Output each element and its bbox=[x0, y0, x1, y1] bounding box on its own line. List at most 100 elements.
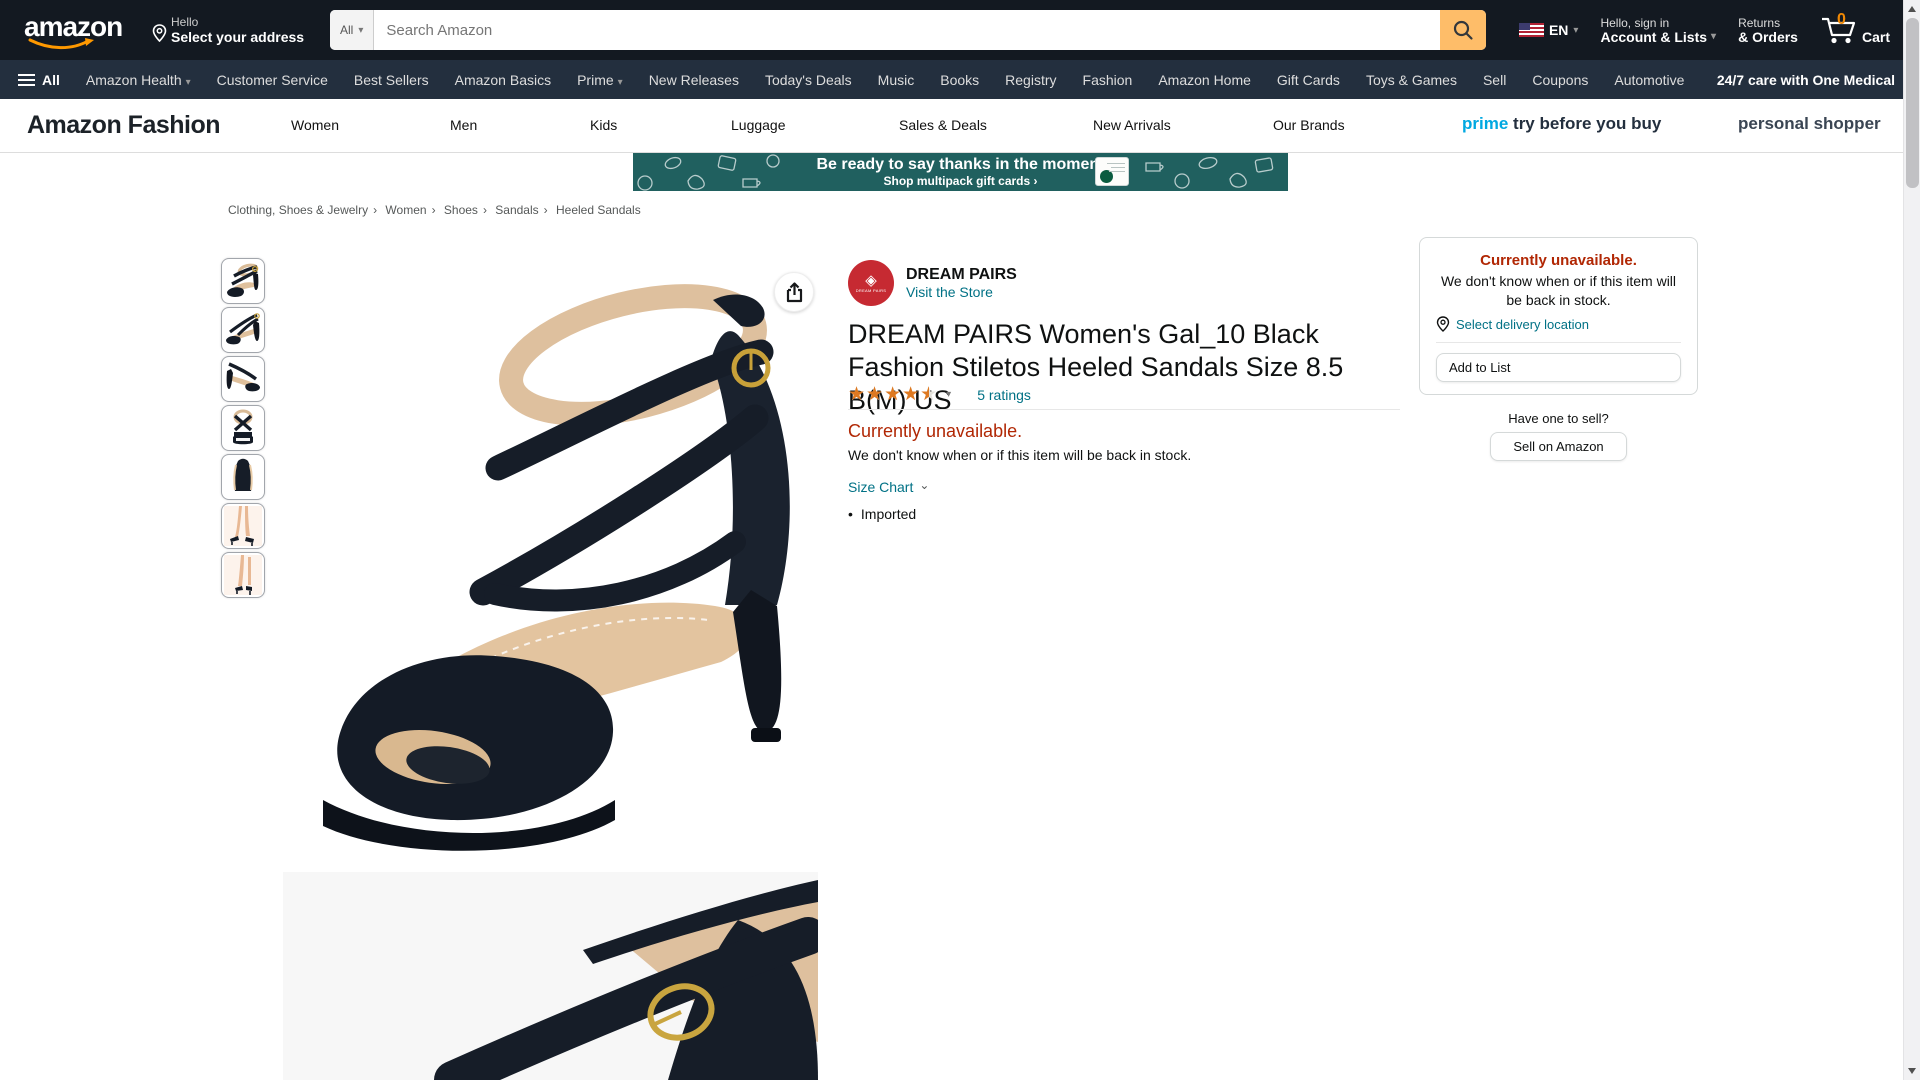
breadcrumb-link[interactable]: Heeled Sandals bbox=[556, 203, 641, 217]
nav-item-customer-service[interactable]: Customer Service bbox=[217, 72, 328, 88]
search-input[interactable] bbox=[374, 10, 1440, 50]
nav-item-sell[interactable]: Sell bbox=[1483, 72, 1506, 88]
nav-item-coupons[interactable]: Coupons bbox=[1532, 72, 1588, 88]
one-medical-promo[interactable]: 24/7 care with One Medical bbox=[1717, 72, 1895, 88]
location-pin-icon bbox=[152, 24, 167, 42]
shoe-side-thumb bbox=[224, 310, 262, 350]
breadcrumb-link[interactable]: Sandals bbox=[495, 203, 538, 217]
product-secondary-image[interactable] bbox=[283, 872, 818, 1080]
select-address-label: Select your address bbox=[171, 29, 304, 45]
nav-item-registry[interactable]: Registry bbox=[1005, 72, 1056, 88]
account-lists-menu[interactable]: Hello, sign in Account & Lists bbox=[1600, 16, 1716, 44]
model-legs-thumb bbox=[224, 506, 262, 546]
breadcrumb-link[interactable]: Women bbox=[385, 203, 426, 217]
nav-item-automotive[interactable]: Automotive bbox=[1614, 72, 1684, 88]
availability-status: Currently unavailable. bbox=[848, 421, 1022, 442]
nav-item-gift-cards[interactable]: Gift Cards bbox=[1277, 72, 1340, 88]
all-menu-button[interactable]: All bbox=[18, 71, 60, 89]
nav-item-fashion[interactable]: Fashion bbox=[1083, 72, 1133, 88]
fashion-nav-luggage[interactable]: Luggage bbox=[731, 117, 786, 133]
search-bar: All bbox=[330, 10, 1486, 50]
have-one-to-sell-label: Have one to sell? bbox=[1419, 411, 1698, 426]
fashion-nav-sales-deals[interactable]: Sales & Deals bbox=[899, 117, 987, 133]
buybox-divider bbox=[1436, 342, 1681, 343]
scrollbar-thumb[interactable] bbox=[1906, 18, 1919, 188]
star-rating[interactable] bbox=[848, 383, 938, 406]
shoe-angle-thumb bbox=[224, 261, 262, 301]
account-label: Account & Lists bbox=[1600, 30, 1707, 44]
prime-try-before-you-buy-link[interactable]: prime try before you buy bbox=[1462, 114, 1661, 134]
product-thumbnail-5[interactable] bbox=[221, 454, 265, 500]
size-chart-link[interactable]: Size Chart bbox=[848, 479, 929, 495]
divider bbox=[848, 409, 1400, 410]
brand-logo[interactable]: ◈ DREAM PAIRS bbox=[848, 260, 894, 306]
page-scrollbar[interactable] bbox=[1903, 0, 1920, 1080]
search-submit-button[interactable] bbox=[1440, 10, 1486, 50]
ratings-count-link[interactable]: 5 ratings bbox=[977, 387, 1031, 403]
nav-item-books[interactable]: Books bbox=[940, 72, 979, 88]
main-nav: All Amazon Health Customer Service Best … bbox=[0, 60, 1920, 99]
shoe-front-thumb bbox=[224, 408, 262, 448]
starbucks-gift-card-image bbox=[1095, 157, 1129, 186]
banner-cta[interactable]: Shop multipack gift cards › bbox=[633, 174, 1288, 189]
select-delivery-location-link[interactable]: Select delivery location bbox=[1436, 316, 1681, 332]
product-thumbnail-4[interactable] bbox=[221, 405, 265, 451]
product-thumbnail-6[interactable] bbox=[221, 503, 265, 549]
personal-shopper-link[interactable]: personal shopper bbox=[1738, 114, 1881, 134]
cart-button[interactable]: 0 Cart bbox=[1820, 15, 1890, 45]
fashion-nav-men[interactable]: Men bbox=[450, 117, 477, 133]
all-label: All bbox=[42, 72, 60, 88]
product-thumbnail-3[interactable] bbox=[221, 356, 265, 402]
location-pin-icon bbox=[1436, 316, 1450, 332]
rating-chevron-icon[interactable] bbox=[946, 389, 951, 400]
nav-item-amazon-health[interactable]: Amazon Health bbox=[86, 72, 191, 88]
language-selector[interactable]: EN bbox=[1519, 22, 1578, 38]
fashion-nav-kids[interactable]: Kids bbox=[590, 117, 617, 133]
greeting-label: Hello bbox=[171, 15, 304, 29]
amazon-smile-icon bbox=[28, 38, 100, 50]
visit-store-link[interactable]: Visit the Store bbox=[906, 284, 1017, 300]
share-button[interactable] bbox=[774, 272, 814, 312]
sandal-strap-closeup-image bbox=[283, 872, 818, 1080]
chevron-down-icon bbox=[186, 72, 191, 88]
buybox-availability-note: We don't know when or if this item will … bbox=[1436, 272, 1681, 310]
sell-on-amazon-button[interactable]: Sell on Amazon bbox=[1490, 432, 1627, 461]
nav-item-amazon-basics[interactable]: Amazon Basics bbox=[455, 72, 551, 88]
search-category-dropdown[interactable]: All bbox=[330, 10, 374, 50]
gift-card-banner[interactable]: Be ready to say thanks in the moment Sho… bbox=[633, 153, 1288, 191]
product-thumbnail-1[interactable] bbox=[221, 258, 265, 304]
fashion-subnav: Amazon Fashion Women Men Kids Luggage Sa… bbox=[0, 99, 1920, 153]
rating-row: 5 ratings bbox=[848, 383, 1031, 406]
search-icon bbox=[1452, 19, 1474, 41]
amazon-fashion-logo[interactable]: Amazon Fashion bbox=[27, 111, 220, 140]
returns-orders-menu[interactable]: Returns & Orders bbox=[1738, 16, 1798, 44]
nav-item-music[interactable]: Music bbox=[878, 72, 915, 88]
share-icon bbox=[785, 282, 804, 303]
nav-item-prime[interactable]: Prime bbox=[577, 72, 623, 88]
buy-box: Currently unavailable. We don't know whe… bbox=[1419, 237, 1698, 395]
fashion-nav-women[interactable]: Women bbox=[291, 117, 339, 133]
product-thumbnail-2[interactable] bbox=[221, 307, 265, 353]
nav-item-amazon-home[interactable]: Amazon Home bbox=[1158, 72, 1251, 88]
nav-item-new-releases[interactable]: New Releases bbox=[649, 72, 739, 88]
fashion-nav-our-brands[interactable]: Our Brands bbox=[1273, 117, 1345, 133]
delivery-address-button[interactable]: Hello Select your address bbox=[152, 15, 304, 45]
scroll-down-arrow-icon[interactable] bbox=[1908, 1068, 1916, 1074]
product-thumbnail-7[interactable] bbox=[221, 552, 265, 598]
breadcrumb-link[interactable]: Shoes bbox=[444, 203, 478, 217]
amazon-logo[interactable]: amazon bbox=[24, 10, 134, 50]
nav-item-best-sellers[interactable]: Best Sellers bbox=[354, 72, 429, 88]
nav-item-todays-deals[interactable]: Today's Deals bbox=[765, 72, 852, 88]
chevron-down-icon bbox=[618, 72, 623, 88]
orders-label: & Orders bbox=[1738, 30, 1798, 44]
nav-item-toys-games[interactable]: Toys & Games bbox=[1366, 72, 1457, 88]
scroll-up-arrow-icon[interactable] bbox=[1908, 6, 1916, 12]
signin-label: Hello, sign in bbox=[1600, 16, 1716, 30]
returns-label: Returns bbox=[1738, 16, 1798, 30]
breadcrumb-link[interactable]: Clothing, Shoes & Jewelry bbox=[228, 203, 368, 217]
product-main-image[interactable] bbox=[283, 260, 818, 863]
fashion-nav-new-arrivals[interactable]: New Arrivals bbox=[1093, 117, 1171, 133]
add-to-list-button[interactable]: Add to List bbox=[1436, 353, 1681, 382]
search-category-label: All bbox=[340, 23, 353, 37]
brand-diamond-icon: ◈ bbox=[865, 274, 877, 288]
